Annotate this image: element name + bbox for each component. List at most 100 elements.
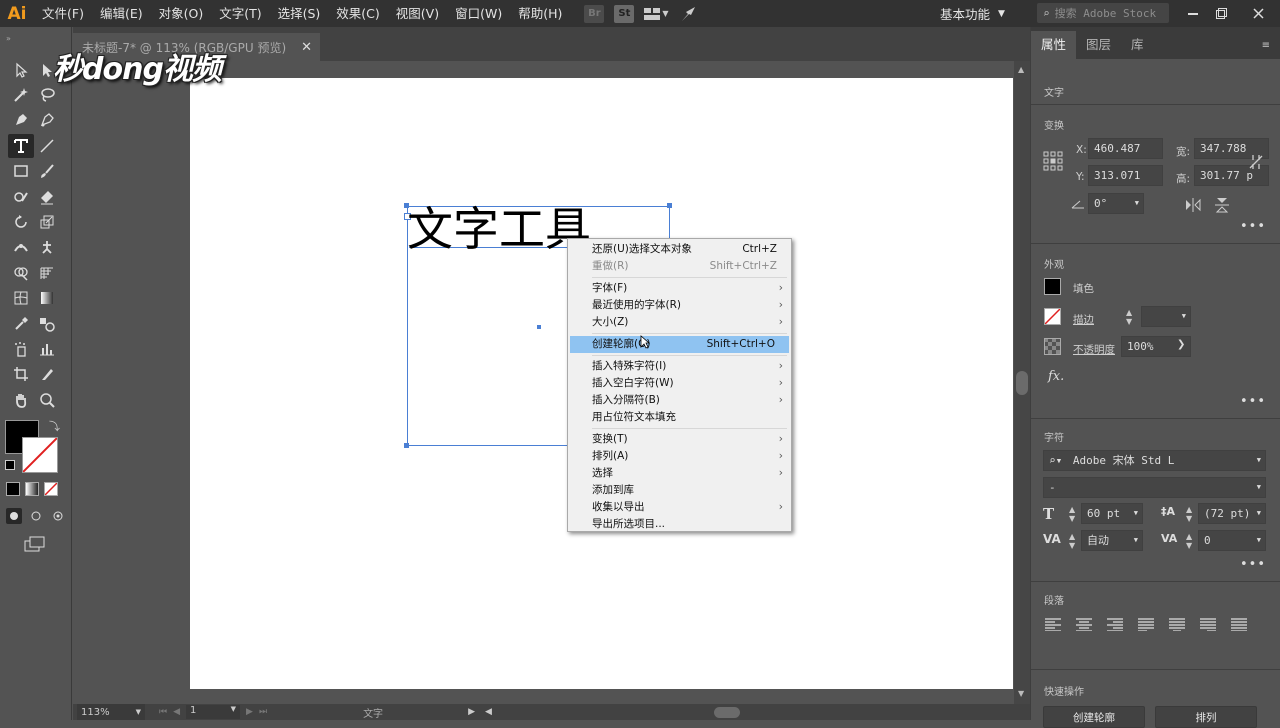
mesh-tool-icon[interactable]: [8, 286, 34, 310]
artboard-number-select[interactable]: 1 ▼: [186, 705, 241, 719]
rotate-tool-icon[interactable]: [8, 210, 34, 234]
stock-icon[interactable]: St: [614, 4, 635, 23]
menu-item-effect[interactable]: 效果(C): [328, 0, 387, 27]
last-artboard-icon[interactable]: ⏭: [259, 707, 267, 717]
shape-builder-icon[interactable]: [8, 261, 34, 285]
hscroll-left-icon[interactable]: ◀: [485, 707, 492, 717]
justify-all-icon[interactable]: [1231, 618, 1247, 631]
color-mode-icon[interactable]: [6, 482, 20, 497]
close-icon[interactable]: [1236, 0, 1280, 27]
perspective-grid-icon[interactable]: [34, 261, 60, 285]
context-menu-item[interactable]: 插入特殊字符(I) ›: [568, 358, 791, 375]
pen-tool-icon[interactable]: [8, 108, 34, 132]
bbox-handle[interactable]: [404, 443, 409, 448]
horizontal-scroll-thumb[interactable]: [713, 706, 740, 718]
column-graph-icon[interactable]: [34, 337, 60, 361]
scroll-up-icon[interactable]: ▲: [1018, 65, 1024, 74]
rectangle-tool-icon[interactable]: [8, 159, 34, 183]
tab-properties[interactable]: 属性: [1031, 31, 1077, 59]
none-mode-icon[interactable]: [44, 482, 58, 497]
context-menu-item[interactable]: 变换(T) ›: [568, 431, 791, 448]
eyedropper-tool-icon[interactable]: [8, 312, 34, 336]
font-size-stepper[interactable]: ▲ ▼: [1069, 505, 1075, 523]
align-center-icon[interactable]: [1076, 618, 1092, 631]
stock-search-input[interactable]: ⌕ 搜索 Adobe Stock: [1037, 3, 1169, 23]
menu-item-select[interactable]: 选择(S): [270, 0, 329, 27]
tracking-field[interactable]: 0 ▼: [1198, 530, 1266, 551]
restore-icon[interactable]: [1204, 0, 1238, 27]
swap-colors-icon[interactable]: ⤵: [49, 418, 60, 434]
opacity-label[interactable]: 不透明度: [1073, 342, 1115, 357]
font-style-select[interactable]: - ▼: [1043, 477, 1266, 498]
tab-libraries[interactable]: 库: [1121, 31, 1154, 59]
next-artboard-icon[interactable]: ▶: [246, 707, 253, 717]
app-logo[interactable]: Ai: [0, 0, 34, 27]
default-colors-icon[interactable]: [5, 460, 15, 471]
leading-field[interactable]: (72 pt) ▼: [1198, 503, 1266, 524]
prev-artboard-icon[interactable]: ◀: [173, 707, 180, 717]
context-menu-item[interactable]: 排列(A) ›: [568, 448, 791, 465]
canvas-area[interactable]: 文字工具: [73, 61, 1014, 704]
artboard-tool-icon[interactable]: [8, 362, 34, 386]
context-menu-item[interactable]: 选择 ›: [568, 465, 791, 482]
draw-inside-icon[interactable]: [50, 508, 66, 524]
menu-item-window[interactable]: 窗口(W): [447, 0, 510, 27]
first-artboard-icon[interactable]: ⏮: [159, 707, 167, 717]
line-segment-tool-icon[interactable]: [34, 134, 60, 158]
rotate-field[interactable]: 0° ▼: [1088, 193, 1144, 214]
panel-menu-icon[interactable]: ≡: [1262, 40, 1270, 51]
eraser-tool-icon[interactable]: [34, 185, 60, 209]
scale-tool-icon[interactable]: [34, 210, 60, 234]
arrange-button[interactable]: 排列: [1155, 706, 1257, 728]
draw-normal-icon[interactable]: [6, 508, 22, 525]
menu-item-type[interactable]: 文字(T): [211, 0, 269, 27]
vertical-scrollbar[interactable]: ▲ ▼: [1014, 61, 1030, 704]
puppet-warp-icon[interactable]: [34, 235, 60, 259]
justify-center-icon[interactable]: [1169, 618, 1185, 631]
draw-behind-icon[interactable]: [28, 508, 44, 524]
justify-right-icon[interactable]: [1200, 618, 1216, 631]
shaper-tool-icon[interactable]: [8, 185, 34, 209]
gpu-performance-icon[interactable]: [680, 5, 700, 23]
close-tab-icon[interactable]: ✕: [301, 40, 312, 55]
tracking-stepper[interactable]: ▲ ▼: [1186, 532, 1192, 550]
context-menu-item[interactable]: 最近使用的字体(R) ›: [568, 297, 791, 314]
context-menu-item[interactable]: 插入分隔符(B) ›: [568, 392, 791, 409]
blend-tool-icon[interactable]: [34, 312, 60, 336]
appearance-more-icon[interactable]: •••: [1240, 394, 1266, 409]
width-tool-icon[interactable]: [8, 235, 34, 259]
kerning-stepper[interactable]: ▲ ▼: [1069, 532, 1075, 550]
stroke-color-swatch[interactable]: [1044, 308, 1061, 325]
menu-item-edit[interactable]: 编辑(E): [92, 0, 151, 27]
context-menu-item[interactable]: 用占位符文本填充: [568, 409, 791, 426]
align-right-icon[interactable]: [1107, 618, 1123, 631]
context-menu-item[interactable]: 字体(F) ›: [568, 280, 791, 297]
screen-mode-icon[interactable]: [24, 536, 46, 552]
gradient-mode-icon[interactable]: [25, 482, 39, 497]
context-menu-item[interactable]: 导出所选项目...: [568, 516, 791, 533]
scroll-thumb[interactable]: [1016, 371, 1028, 395]
leading-stepper[interactable]: ▲ ▼: [1186, 505, 1192, 523]
tab-layers[interactable]: 图层: [1076, 31, 1121, 59]
canvas-text[interactable]: 文字工具: [407, 201, 591, 257]
status-menu-icon[interactable]: ▶: [468, 707, 475, 717]
arrange-documents-icon[interactable]: ▼: [644, 5, 670, 23]
transform-more-icon[interactable]: •••: [1240, 219, 1266, 234]
justify-left-icon[interactable]: [1138, 618, 1154, 631]
workspace-switcher[interactable]: 基本功能 ▼: [940, 0, 1005, 27]
type-tool-icon[interactable]: [8, 133, 34, 158]
flip-vertical-icon[interactable]: [1215, 197, 1229, 217]
constrain-proportions-icon[interactable]: [1249, 153, 1263, 175]
context-menu-item[interactable]: 还原(U)选择文本对象 Ctrl+Z: [568, 241, 791, 258]
y-field[interactable]: 313.071: [1088, 165, 1163, 186]
menu-item-object[interactable]: 对象(O): [151, 0, 212, 27]
fill-color-swatch[interactable]: [1044, 278, 1061, 295]
create-outlines-button[interactable]: 创建轮廓: [1043, 706, 1145, 728]
opacity-expand-icon[interactable]: ❯: [1177, 339, 1185, 350]
kerning-field[interactable]: 自动 ▼: [1081, 530, 1143, 551]
bbox-handle[interactable]: [667, 203, 672, 208]
bridge-icon[interactable]: Br: [584, 4, 605, 23]
character-more-icon[interactable]: •••: [1240, 557, 1266, 572]
reference-point-icon[interactable]: [1043, 151, 1063, 174]
font-size-field[interactable]: 60 pt ▼: [1081, 503, 1143, 524]
